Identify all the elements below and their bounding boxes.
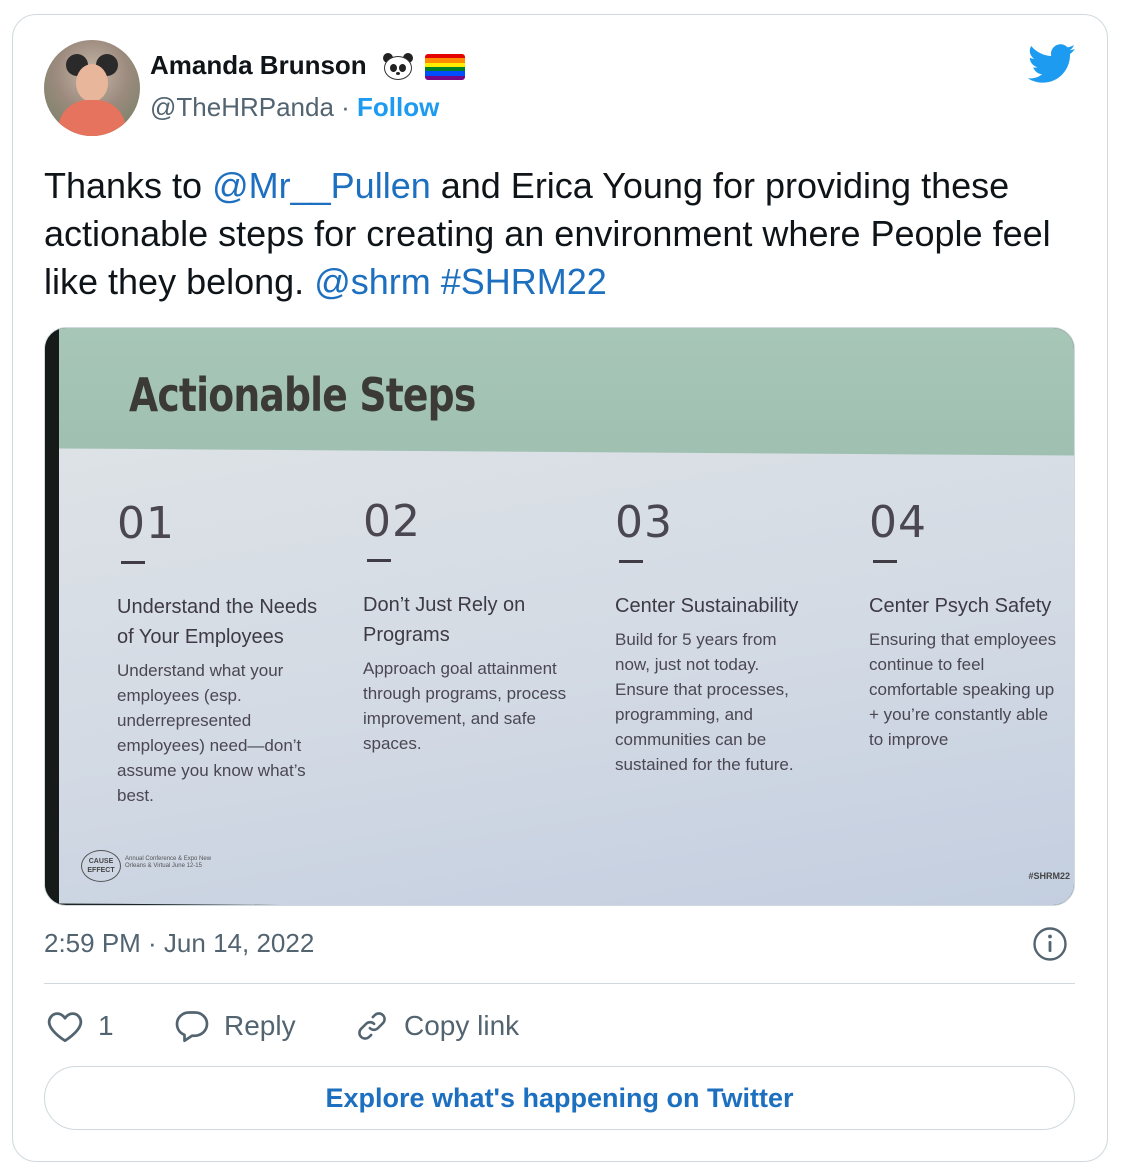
copy-link-label: Copy link <box>404 1010 520 1041</box>
separator-dot: · <box>333 92 358 122</box>
twitter-bird-icon[interactable] <box>1028 44 1076 84</box>
step-dash <box>367 559 391 562</box>
step-heading: Center Psych Safety <box>869 595 1052 617</box>
slide-hashtag: #SHRM22 <box>1028 871 1070 881</box>
conference-subtext: Annual Conference & Expo New Orleans & V… <box>125 856 212 869</box>
author-name-row[interactable]: Amanda Brunson <box>150 50 466 81</box>
mention-link[interactable]: @shrm <box>314 261 431 302</box>
author-handle[interactable]: @TheHRPanda <box>150 92 334 122</box>
tweet-photo[interactable]: Actionable Steps 01 Understand the Needs… <box>44 327 1075 906</box>
follow-button[interactable]: Follow <box>357 92 439 122</box>
step-03: 03 Center Sustainability Build for 5 yea… <box>615 497 815 777</box>
step-01: 01 Understand the Needs of Your Employee… <box>117 498 337 808</box>
avatar[interactable] <box>44 40 140 136</box>
step-number: 02 <box>363 496 421 547</box>
like-count: 1 <box>98 1010 114 1041</box>
cause-effect-logo: CAUSE EFFECT <box>81 850 121 882</box>
step-04: 04 Center Psych Safety Ensuring that emp… <box>869 497 1059 752</box>
step-dash <box>121 561 145 564</box>
tweet-text: Thanks to @Mr__Pullen and Erica Young fo… <box>44 162 1074 306</box>
link-icon <box>358 1012 386 1040</box>
tweet-text-segment <box>431 261 441 302</box>
reply-bubble-icon <box>175 1011 209 1043</box>
author-name[interactable]: Amanda Brunson <box>150 50 367 80</box>
step-heading: Center Sustainability <box>615 595 799 617</box>
slide-title: Actionable Steps <box>129 368 476 422</box>
like-button[interactable]: 1 <box>46 1004 114 1048</box>
step-number: 01 <box>117 498 175 549</box>
tweet-timestamp[interactable]: 2:59 PM · Jun 14, 2022 <box>44 928 314 959</box>
copy-link-button[interactable]: Copy link <box>354 1004 519 1048</box>
explore-twitter-button[interactable]: Explore what's happening on Twitter <box>44 1066 1075 1130</box>
step-description: Understand what your employees (esp. und… <box>117 661 306 805</box>
tweet-text-segment: Thanks to <box>44 165 213 206</box>
step-heading: Don’t Just Rely on Programs <box>363 594 526 646</box>
photo-dark-edge <box>45 328 59 905</box>
step-dash <box>873 560 897 563</box>
step-heading: Understand the Needs of Your Employees <box>117 596 318 648</box>
rainbow-flag-icon <box>425 54 466 81</box>
step-number: 03 <box>615 497 673 548</box>
mention-link[interactable]: @Mr__Pullen <box>212 165 431 206</box>
info-icon[interactable] <box>1032 926 1068 962</box>
step-description: Build for 5 years from now, just not tod… <box>615 630 794 774</box>
reply-button[interactable]: Reply <box>174 1004 296 1048</box>
step-description: Approach goal attainment through program… <box>363 659 567 753</box>
author-handle-row: @TheHRPanda · Follow <box>150 92 439 123</box>
panda-face-icon <box>382 53 414 81</box>
hashtag-link[interactable]: #SHRM22 <box>441 261 607 302</box>
step-number: 04 <box>869 497 927 548</box>
step-02: 02 Don’t Just Rely on Programs Approach … <box>363 496 583 756</box>
step-description: Ensuring that employees continue to feel… <box>869 630 1057 749</box>
step-dash <box>619 560 643 563</box>
heart-icon <box>47 1012 83 1043</box>
reply-label: Reply <box>224 1010 296 1041</box>
divider <box>44 983 1075 984</box>
